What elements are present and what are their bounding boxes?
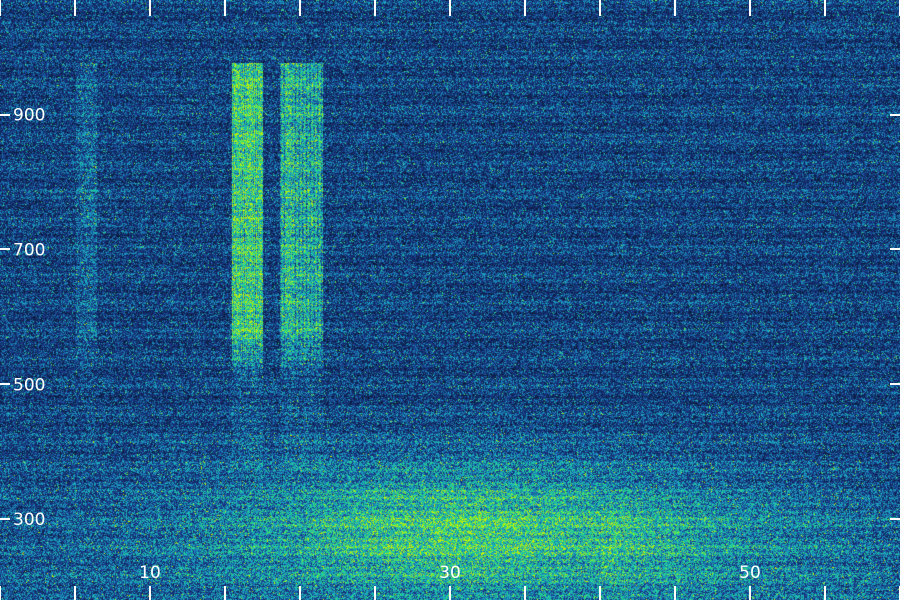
y-tick-label: 900 [13, 106, 45, 126]
y-tick-label: 700 [13, 240, 45, 260]
axes-overlay: 10 30 50 300 500 700 900 [0, 0, 900, 600]
y-tick-label: 500 [13, 375, 45, 395]
spectrogram-view: 10 30 50 300 500 700 900 [0, 0, 900, 600]
x-tick-label: 50 [739, 563, 761, 583]
y-tick-label: 300 [13, 510, 45, 530]
x-tick-label: 30 [439, 563, 461, 583]
x-tick-label: 10 [139, 563, 161, 583]
